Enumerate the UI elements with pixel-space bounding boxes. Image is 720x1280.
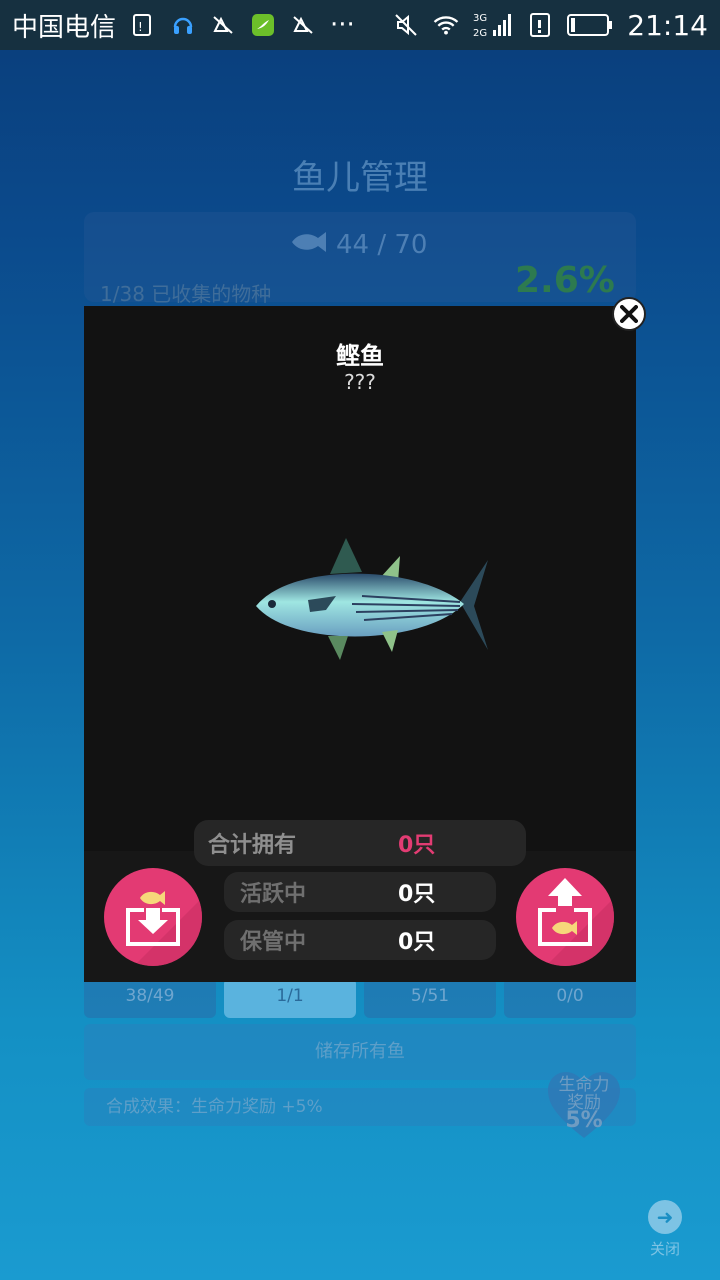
stored-value: 0只 — [398, 930, 436, 955]
collection-percent: 2.6% — [515, 260, 615, 301]
active-row: 活跃中 0只 — [224, 872, 496, 912]
total-owned-label: 合计拥有 — [208, 833, 297, 858]
vitality-label-line1: 生命力 — [558, 1075, 610, 1095]
fish-count-value: 44 / 70 — [336, 230, 428, 260]
stored-label: 保管中 — [240, 930, 307, 955]
sim-status-icon — [527, 12, 553, 38]
page-close-button[interactable]: ➜ 关闭 — [640, 1200, 690, 1259]
fish-icon — [290, 230, 328, 260]
battery-icon — [567, 12, 613, 38]
arrow-right-icon: ➜ — [648, 1200, 682, 1234]
category-tabs: 38/49 1/1 5/51 0/0 — [84, 978, 636, 1018]
svg-text:3G: 3G — [473, 13, 487, 24]
total-owned-row: 合计拥有 0只 — [194, 820, 526, 866]
sim-alert-icon: ! — [130, 12, 156, 38]
status-bar: 中国电信 ! ··· 3G 2G 21:14 — [0, 0, 720, 50]
wifi-icon — [433, 12, 459, 38]
species-collected: 1/38 已收集的物种 — [100, 282, 272, 306]
store-fish-button[interactable] — [104, 868, 202, 966]
headset-icon — [170, 12, 196, 38]
fish-count: 44 / 70 — [290, 230, 427, 260]
page-close-label: 关闭 — [649, 1240, 680, 1258]
tab-category-1[interactable]: 38/49 — [84, 978, 216, 1018]
active-label: 活跃中 — [240, 882, 307, 907]
tab-category-4[interactable]: 0/0 — [504, 978, 636, 1018]
active-value: 0只 — [398, 882, 436, 907]
clock: 21:14 — [627, 8, 708, 42]
fish-name: 鲣鱼 — [336, 342, 384, 370]
fish-detail-dialog: 鲣鱼 ??? 合计拥有 0只 活跃中 0只 保管中 0只 — [84, 306, 636, 982]
app-notification-icon — [250, 12, 276, 38]
mute-app-icon — [210, 12, 236, 38]
silent-mode-icon — [393, 12, 419, 38]
vitality-value: 5% — [565, 1108, 603, 1133]
total-owned-value: 0只 — [398, 833, 436, 858]
page-title: 鱼儿管理 — [292, 158, 428, 198]
release-fish-button[interactable] — [516, 868, 614, 966]
stored-row: 保管中 0只 — [224, 920, 496, 960]
more-notifications-icon: ··· — [330, 10, 355, 40]
svg-text:2G: 2G — [473, 28, 487, 39]
carrier-label: 中国电信 — [12, 12, 117, 43]
mute-app-icon-2 — [290, 12, 316, 38]
close-icon — [620, 305, 638, 323]
take-out-fish-icon — [538, 878, 614, 966]
skipjack-fish-image — [252, 536, 492, 680]
fish-description: ??? — [344, 370, 376, 394]
signal-icon: 3G 2G — [473, 12, 513, 39]
tab-category-3[interactable]: 5/51 — [364, 978, 496, 1018]
store-fish-icon — [126, 891, 202, 966]
tab-category-2[interactable]: 1/1 — [224, 978, 356, 1018]
dialog-close-button[interactable] — [612, 297, 646, 331]
svg-text:!: ! — [138, 20, 143, 34]
vitality-bonus-badge: 生命力 奖励 5% — [546, 1070, 622, 1142]
